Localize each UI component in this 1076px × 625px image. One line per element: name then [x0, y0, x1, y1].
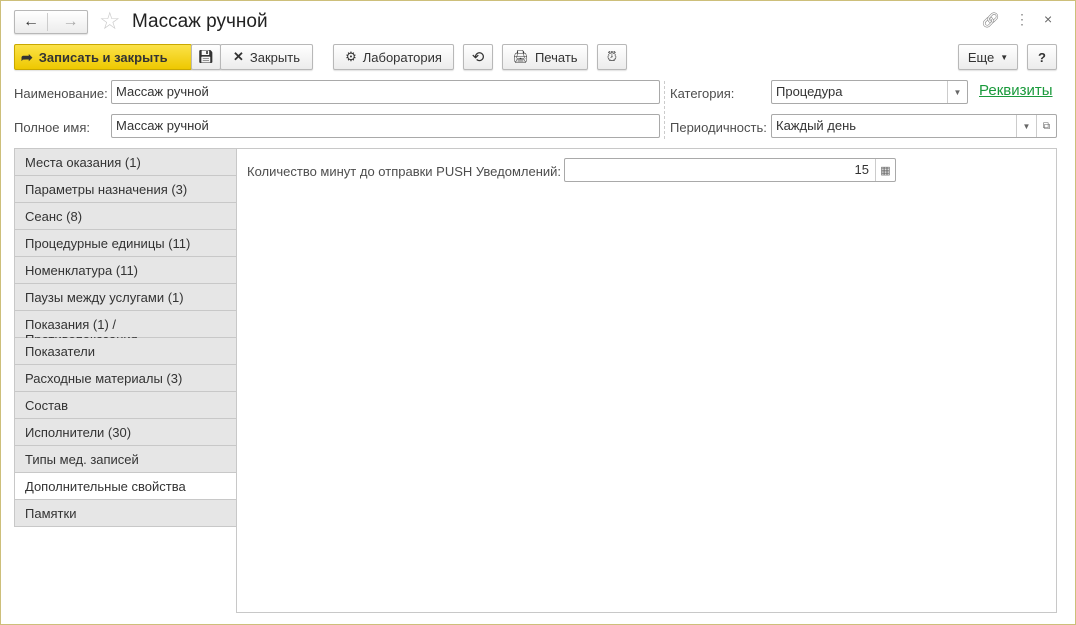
- push-minutes-label: Количество минут до отправки PUSH Уведом…: [247, 164, 562, 179]
- period-label: Периодичность:: [670, 120, 767, 135]
- reminder-button[interactable]: ⏰︎: [597, 44, 627, 70]
- fullname-input[interactable]: Массаж ручной: [111, 114, 660, 138]
- forward-arrow-icon[interactable]: →: [54, 13, 87, 31]
- print-button[interactable]: 🖨︎ Печать: [502, 44, 588, 70]
- save-button[interactable]: 💾︎: [191, 44, 221, 70]
- category-select[interactable]: Процедура ▼: [771, 80, 968, 104]
- tab-list-top: [14, 148, 237, 149]
- chevron-down-icon: ▼: [1000, 52, 1009, 62]
- chevron-down-icon[interactable]: ▼: [947, 81, 967, 103]
- link-icon[interactable]: 🔗︎: [981, 11, 1000, 29]
- calculator-icon[interactable]: ▦: [875, 159, 895, 181]
- period-select[interactable]: Каждый день ▼ ⧉: [771, 114, 1057, 138]
- history-icon: ⟲: [471, 49, 485, 66]
- close-icon[interactable]: ×: [1044, 11, 1052, 27]
- tab-content: Количество минут до отправки PUSH Уведом…: [236, 148, 1057, 613]
- tab-item[interactable]: Памятки: [14, 500, 237, 527]
- tab-item[interactable]: Расходные материалы (3): [14, 365, 237, 392]
- open-icon[interactable]: ⧉: [1036, 115, 1056, 137]
- more-vertical-icon[interactable]: ⋮: [1015, 11, 1029, 28]
- tab-item[interactable]: Показания (1) / Противопоказания: [14, 311, 237, 347]
- save-and-close-button[interactable]: ➦ Записать и закрыть: [14, 44, 192, 70]
- back-arrow-icon[interactable]: ←: [15, 13, 49, 31]
- tab-item[interactable]: Паузы между услугами (1): [14, 284, 237, 311]
- history-button[interactable]: ⟲: [463, 44, 493, 70]
- more-button[interactable]: Еще ▼: [958, 44, 1018, 70]
- help-button[interactable]: ?: [1027, 44, 1057, 70]
- nav-buttons: ← →: [14, 10, 88, 34]
- tab-item[interactable]: Дополнительные свойства: [14, 473, 237, 500]
- star-favorite-icon[interactable]: ☆: [99, 7, 121, 36]
- push-minutes-input[interactable]: 15 ▦: [564, 158, 896, 182]
- tab-item[interactable]: Состав: [14, 392, 237, 419]
- tab-item[interactable]: Показатели: [14, 338, 237, 365]
- laboratory-button[interactable]: ⚙ Лаборатория: [333, 44, 454, 70]
- save-close-icon: ➦: [21, 48, 33, 65]
- page-title: Массаж ручной: [132, 11, 268, 32]
- gear-icon: ⚙: [345, 49, 357, 64]
- floppy-disk-icon: 💾︎: [197, 49, 215, 64]
- printer-icon: 🖨︎: [512, 49, 529, 64]
- close-button[interactable]: ✕ Закрыть: [220, 44, 313, 70]
- fullname-label: Полное имя:: [14, 120, 90, 135]
- tab-item[interactable]: Типы мед. записей: [14, 446, 237, 473]
- tab-item[interactable]: Параметры назначения (3): [14, 176, 237, 203]
- tab-item[interactable]: Места оказания (1): [14, 149, 237, 176]
- form-window: ← → ☆ Массаж ручной 🔗︎ ⋮ × ➦ Записать и з…: [0, 0, 1076, 625]
- name-input[interactable]: Массаж ручной: [111, 80, 660, 104]
- requisites-link[interactable]: Реквизиты: [979, 82, 1053, 99]
- category-label: Категория:: [670, 86, 735, 101]
- tab-item[interactable]: Исполнители (30): [14, 419, 237, 446]
- name-label: Наименование:: [14, 86, 108, 101]
- tab-item[interactable]: Сеанс (8): [14, 203, 237, 230]
- alarm-clock-icon: ⏰︎: [606, 49, 618, 64]
- tab-item[interactable]: Номенклатура (11): [14, 257, 237, 284]
- tab-item[interactable]: Процедурные единицы (11): [14, 230, 237, 257]
- divider: [664, 81, 665, 139]
- chevron-down-icon[interactable]: ▼: [1016, 115, 1036, 137]
- x-icon: ✕: [233, 49, 244, 64]
